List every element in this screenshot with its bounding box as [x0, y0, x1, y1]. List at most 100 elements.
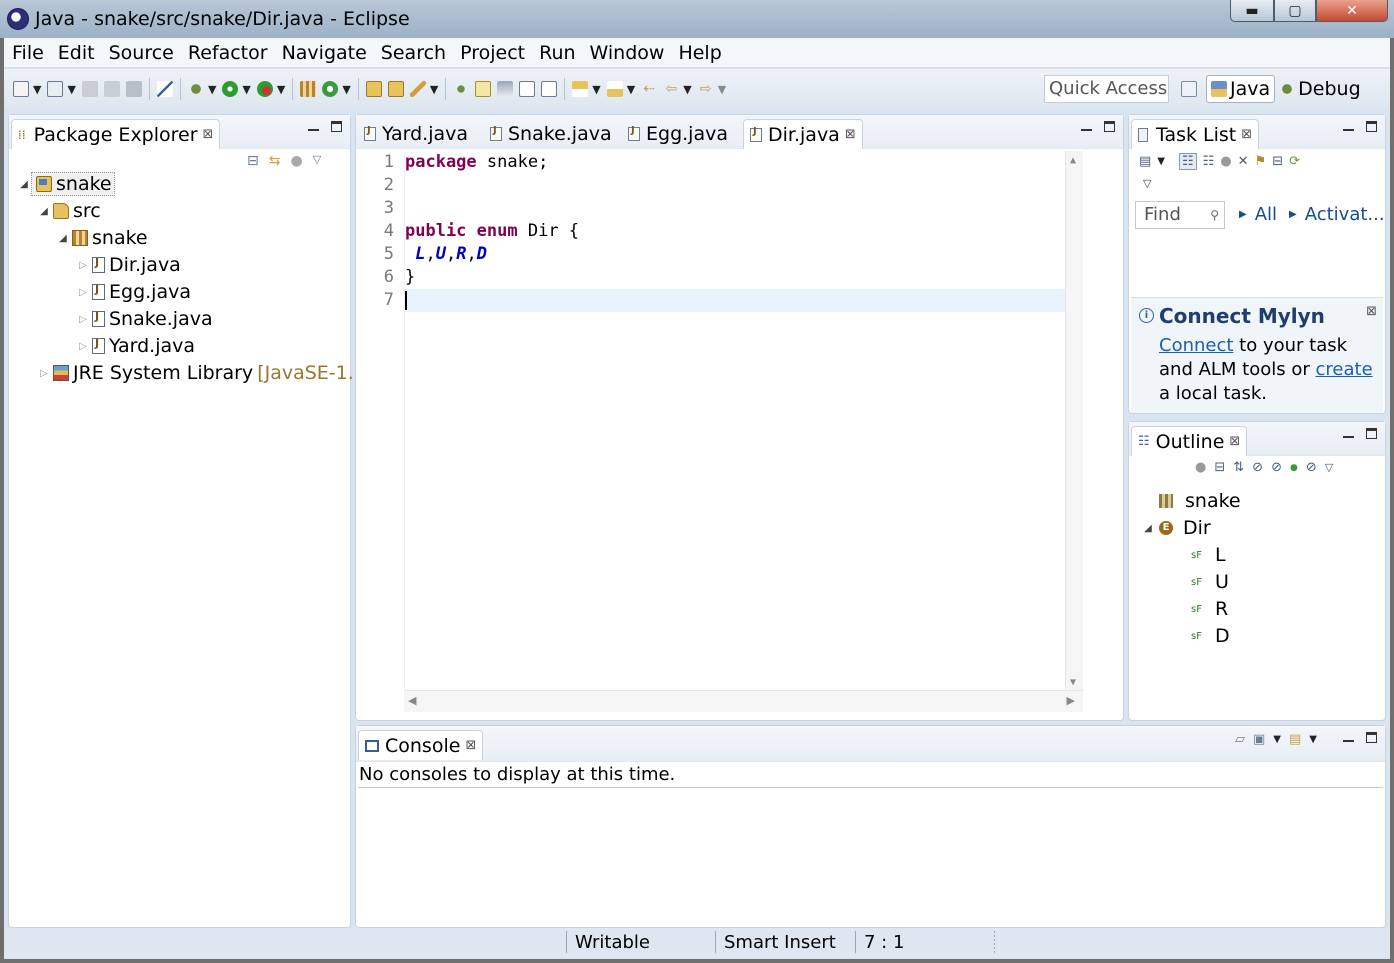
external-tools-dropdown-icon[interactable]: ▼: [277, 83, 285, 96]
outline-item-package[interactable]: snake: [1159, 488, 1241, 514]
task-find-input[interactable]: Find ⚲: [1135, 201, 1225, 229]
maximize-view-icon[interactable]: [1366, 732, 1377, 743]
toggle-mark-occurrences-icon[interactable]: [453, 81, 470, 97]
search-icon[interactable]: [409, 81, 426, 97]
previous-annotation-icon[interactable]: [606, 81, 623, 97]
hide-completed-icon[interactable]: ✕: [1238, 154, 1249, 169]
minimize-view-icon[interactable]: [1081, 119, 1092, 131]
open-perspective-icon[interactable]: [1181, 81, 1197, 97]
filter-all-link[interactable]: All: [1255, 204, 1277, 225]
hide-fields-icon[interactable]: ⊘: [1252, 460, 1263, 475]
horizontal-scrollbar[interactable]: ◀ ▶: [404, 690, 1083, 712]
previous-annotation-dropdown-icon[interactable]: ▼: [627, 83, 635, 96]
hide-local-types-icon[interactable]: ⊘: [1306, 460, 1317, 475]
show-subtasks-icon[interactable]: ⚑: [1255, 154, 1267, 169]
connect-link[interactable]: Connect: [1159, 335, 1233, 356]
tree-item-src[interactable]: ◢ src: [37, 198, 101, 224]
scheduled-icon[interactable]: ☷: [1203, 154, 1215, 169]
minimize-view-icon[interactable]: [308, 119, 319, 131]
show-whitespace-icon[interactable]: [519, 81, 536, 97]
code-editor[interactable]: 1 2 3 4 5 6 7 package snake; public enum…: [370, 151, 1083, 692]
scroll-left-icon[interactable]: ◀: [408, 694, 416, 707]
collapsed-arrow-icon[interactable]: ▷: [76, 287, 90, 298]
new-java-class-icon[interactable]: [322, 81, 339, 97]
tree-item-yard-java[interactable]: ▷ Yard.java: [76, 333, 195, 359]
scroll-right-icon[interactable]: ▶: [1067, 694, 1075, 707]
maximize-window-button[interactable]: ▢: [1274, 0, 1316, 22]
hide-non-public-icon[interactable]: ●: [1290, 463, 1298, 473]
new-task-dropdown-icon[interactable]: ▼: [1157, 156, 1165, 167]
view-menu-icon[interactable]: ▽: [1325, 461, 1333, 474]
hide-static-icon[interactable]: ⊘: [1271, 460, 1282, 475]
maximize-view-icon[interactable]: [1366, 428, 1377, 439]
tab-task-list[interactable]: Task List ⊠: [1131, 119, 1260, 149]
outline-item-field[interactable]: sF R: [1191, 596, 1228, 622]
toggle-breadcrumb-icon[interactable]: [497, 81, 514, 97]
tab-snake-java[interactable]: Snake.java: [484, 119, 618, 149]
new-dropdown-icon[interactable]: ▼: [33, 83, 41, 96]
debug-dropdown-icon[interactable]: ▼: [208, 83, 216, 96]
view-menu-icon[interactable]: ▽: [313, 153, 321, 169]
expand-arrow-icon[interactable]: ◢: [1141, 523, 1155, 534]
synchronize-icon[interactable]: ⟳: [1289, 154, 1300, 169]
block-selection-icon[interactable]: [541, 81, 558, 97]
open-task-icon[interactable]: [387, 81, 404, 97]
open-type-icon[interactable]: [365, 81, 382, 97]
back-dropdown-icon[interactable]: ▼: [683, 83, 691, 96]
categorized-icon[interactable]: ☷: [1179, 153, 1197, 170]
maximize-view-icon[interactable]: [331, 121, 342, 132]
next-annotation-icon[interactable]: [572, 81, 589, 97]
focus-on-task-icon[interactable]: ●: [1195, 460, 1206, 475]
minimize-view-icon[interactable]: [1343, 119, 1354, 131]
scroll-down-icon[interactable]: ▼: [1070, 677, 1076, 688]
new-task-icon[interactable]: ▤: [1139, 154, 1151, 169]
tree-item-package[interactable]: ◢ snake: [56, 225, 147, 251]
close-icon[interactable]: ⊠: [845, 127, 856, 142]
maximize-view-icon[interactable]: [1366, 121, 1377, 132]
debug-perspective-button[interactable]: Debug: [1275, 75, 1364, 103]
expand-arrow-icon[interactable]: ◢: [37, 206, 51, 217]
save-all-icon[interactable]: [103, 81, 120, 97]
back-icon[interactable]: ⇦: [663, 81, 679, 97]
maximize-view-icon[interactable]: [1104, 121, 1115, 132]
menu-navigate[interactable]: Navigate: [275, 42, 374, 64]
view-menu-icon[interactable]: ▽: [1143, 177, 1151, 190]
tab-egg-java[interactable]: Egg.java: [622, 119, 734, 149]
tab-yard-java[interactable]: Yard.java: [358, 119, 474, 149]
close-icon[interactable]: ⊠: [1241, 127, 1252, 142]
sort-icon[interactable]: ⇅: [1233, 460, 1244, 475]
minimize-window-button[interactable]: ▬: [1230, 0, 1274, 22]
collapsed-arrow-icon[interactable]: ▷: [37, 368, 51, 379]
external-tools-icon[interactable]: [256, 81, 273, 97]
open-console-icon[interactable]: ▤: [1289, 732, 1301, 747]
expand-arrow-icon[interactable]: ◢: [56, 233, 70, 244]
tab-outline[interactable]: ☷ Outline ⊠: [1131, 426, 1248, 456]
new-icon[interactable]: [13, 81, 29, 97]
open-console-dropdown-icon[interactable]: ▼: [1309, 734, 1317, 745]
save-icon[interactable]: [81, 81, 98, 97]
pin-console-icon[interactable]: ▱: [1235, 732, 1245, 747]
collapse-all-icon[interactable]: ⊟: [247, 153, 259, 169]
tree-item-dir-java[interactable]: ▷ Dir.java: [76, 252, 181, 278]
run-icon[interactable]: [222, 81, 239, 97]
minimize-view-icon[interactable]: [1343, 426, 1354, 438]
code-text[interactable]: package snake; public enum Dir { L,U,R,D…: [404, 151, 1083, 692]
menu-run[interactable]: Run: [532, 42, 582, 64]
collapse-all-icon[interactable]: ⊟: [1214, 460, 1225, 475]
menu-project[interactable]: Project: [453, 42, 532, 64]
last-edit-location-icon[interactable]: ⇠: [641, 81, 657, 97]
menu-refactor[interactable]: Refactor: [181, 42, 275, 64]
outline-item-field[interactable]: sF L: [1191, 542, 1226, 568]
outline-item-enum-dir[interactable]: ◢ E Dir: [1141, 515, 1211, 541]
outline-item-field[interactable]: sF D: [1191, 623, 1230, 649]
menu-help[interactable]: Help: [671, 42, 728, 64]
search-dropdown-icon[interactable]: ▼: [430, 83, 438, 96]
print-icon[interactable]: [125, 81, 142, 97]
outline-item-field[interactable]: sF U: [1191, 569, 1229, 595]
tree-item-snake-java[interactable]: ▷ Snake.java: [76, 306, 212, 332]
quick-access-input[interactable]: Quick Access: [1044, 75, 1169, 103]
collapsed-arrow-icon[interactable]: ▷: [76, 260, 90, 271]
forward-icon[interactable]: ⇨: [698, 81, 714, 97]
java-perspective-button[interactable]: Java: [1206, 75, 1276, 103]
new-wizard-dropdown-icon[interactable]: ▼: [67, 83, 75, 96]
